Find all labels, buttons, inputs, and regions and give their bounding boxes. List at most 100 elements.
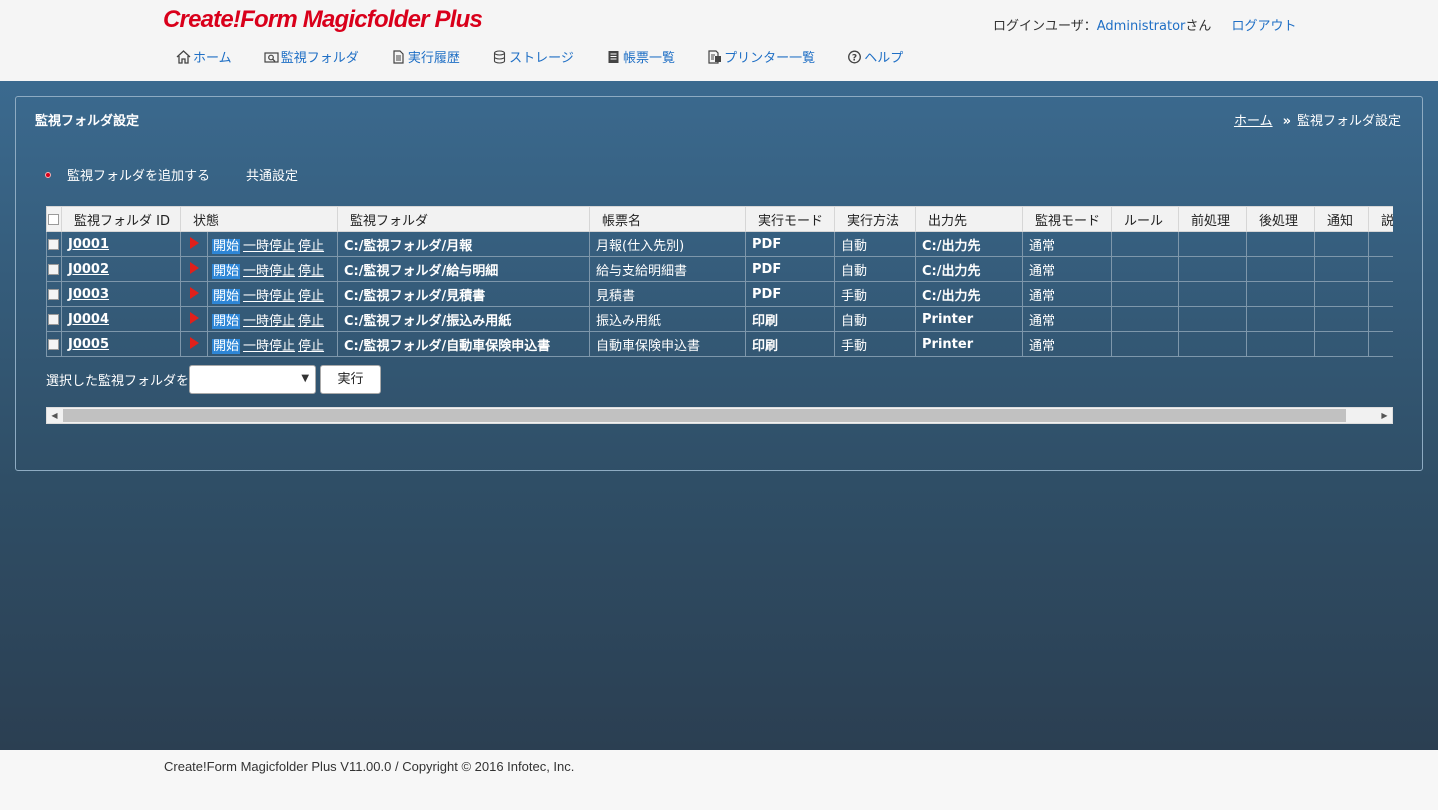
row-checkbox[interactable]: [48, 288, 59, 300]
stop-link[interactable]: 停止: [298, 239, 324, 254]
row-checkbox[interactable]: [48, 238, 59, 250]
nav-forms[interactable]: 帳票一覧: [606, 47, 675, 66]
watch-mode-cell: 通常: [1022, 256, 1113, 282]
col-header-rule[interactable]: ルール: [1111, 206, 1180, 232]
start-link[interactable]: 開始: [212, 238, 241, 254]
start-link[interactable]: 開始: [212, 338, 241, 354]
row-select-cell: [46, 331, 62, 357]
common-settings-link[interactable]: 共通設定: [246, 169, 298, 184]
watch-folder-id-link[interactable]: J0001: [68, 237, 109, 252]
stop-link[interactable]: 停止: [298, 314, 324, 329]
pause-link[interactable]: 一時停止: [243, 239, 295, 254]
status-cell: 開始 一時停止 停止: [206, 231, 339, 257]
table-body: J0001 開始 一時停止 停止 C:/監視フォルダ/月報 月報(仕入先別) PDF 自動 C:…: [46, 231, 1393, 357]
main-nav: ホーム 監視フォルダ 実行履歴 ストレージ 帳票一覧 プリンター一覧 ? ヘルプ: [176, 47, 931, 67]
col-header-exec-mode[interactable]: 実行モード: [745, 206, 836, 232]
stop-link[interactable]: 停止: [298, 339, 324, 354]
col-header-watch-mode[interactable]: 監視モード: [1022, 206, 1113, 232]
postprocess-cell: [1246, 231, 1316, 257]
stop-link[interactable]: 停止: [298, 289, 324, 304]
nav-help-label: ヘルプ: [864, 51, 904, 66]
form-name-cell: 自動車保険申込書: [589, 331, 747, 357]
nav-help[interactable]: ? ヘルプ: [847, 47, 903, 66]
watch-folder-id-link[interactable]: J0003: [68, 287, 109, 302]
breadcrumb: ホーム » 監視フォルダ設定: [1234, 110, 1401, 129]
col-header-preprocess[interactable]: 前処理: [1178, 206, 1248, 232]
table-row: J0001 開始 一時停止 停止 C:/監視フォルダ/月報 月報(仕入先別) PDF 自動 C:…: [46, 231, 1393, 257]
output-cell: C:/出力先: [915, 256, 1024, 282]
horizontal-scrollbar[interactable]: ◀ ▶: [46, 407, 1393, 424]
scrollbar-thumb[interactable]: [63, 409, 1346, 422]
col-header-form[interactable]: 帳票名: [589, 206, 747, 232]
play-icon[interactable]: [190, 261, 199, 274]
col-header-status[interactable]: 状態: [179, 206, 339, 232]
page-title: 監視フォルダ設定: [35, 114, 140, 129]
pause-link[interactable]: 一時停止: [243, 264, 295, 279]
settings-panel: 監視フォルダ設定 ホーム » 監視フォルダ設定 監視フォルダを追加する 共通設定 監視…: [15, 96, 1423, 471]
notify-cell: [1314, 256, 1370, 282]
pause-link[interactable]: 一時停止: [243, 339, 295, 354]
nav-printers[interactable]: プリンター一覧: [707, 47, 815, 66]
add-watch-folder-link[interactable]: 監視フォルダを追加する: [67, 169, 210, 184]
nav-storage-label: ストレージ: [509, 51, 574, 66]
play-cell: [180, 306, 208, 332]
app-header: Create!Form Magicfolder Plus ログインユーザ：Adm…: [0, 0, 1438, 81]
watch-mode-cell: 通常: [1022, 231, 1113, 257]
play-icon[interactable]: [190, 336, 199, 349]
select-all-checkbox[interactable]: [48, 213, 59, 225]
help-icon: ?: [847, 50, 862, 64]
breadcrumb-home-link[interactable]: ホーム: [1234, 114, 1273, 129]
folder-search-icon: [264, 50, 279, 64]
pause-link[interactable]: 一時停止: [243, 289, 295, 304]
nav-home[interactable]: ホーム: [176, 47, 232, 66]
exec-mode-cell: PDF: [745, 231, 836, 257]
scroll-right-icon[interactable]: ▶: [1377, 408, 1392, 423]
watch-mode-cell: 通常: [1022, 331, 1113, 357]
row-select-cell: [46, 231, 62, 257]
play-icon[interactable]: [190, 311, 199, 324]
play-cell: [180, 231, 208, 257]
postprocess-cell: [1246, 256, 1316, 282]
start-link[interactable]: 開始: [212, 288, 241, 304]
notify-cell: [1314, 306, 1370, 332]
row-select-cell: [46, 306, 62, 332]
nav-watch-folder[interactable]: 監視フォルダ: [264, 47, 359, 66]
watch-folder-table-wrap: 監視フォルダ ID 状態 監視フォルダ 帳票名 実行モード 実行方法 出力先 監…: [46, 206, 1393, 357]
action-select[interactable]: ▼: [189, 365, 317, 394]
notify-cell: [1314, 331, 1370, 357]
watch-folder-id-link[interactable]: J0004: [68, 312, 109, 327]
folder-path-cell: C:/監視フォルダ/月報: [337, 231, 591, 257]
table-header-row: 監視フォルダ ID 状態 監視フォルダ 帳票名 実行モード 実行方法 出力先 監…: [46, 206, 1393, 232]
stop-link[interactable]: 停止: [298, 264, 324, 279]
row-checkbox[interactable]: [48, 338, 59, 350]
execute-button[interactable]: 実行: [320, 365, 382, 394]
logout-link[interactable]: ログアウト: [1232, 19, 1297, 34]
scroll-left-icon[interactable]: ◀: [47, 408, 62, 423]
col-header-id[interactable]: 監視フォルダ ID: [61, 206, 181, 232]
preprocess-cell: [1178, 231, 1248, 257]
nav-history[interactable]: 実行履歴: [391, 47, 460, 66]
pause-link[interactable]: 一時停止: [243, 314, 295, 329]
start-link[interactable]: 開始: [212, 263, 241, 279]
col-header-folder[interactable]: 監視フォルダ: [337, 206, 591, 232]
row-select-cell: [46, 256, 62, 282]
app-logo[interactable]: Create!Form Magicfolder Plus: [163, 6, 483, 34]
start-link[interactable]: 開始: [212, 313, 241, 329]
table-row: J0003 開始 一時停止 停止 C:/監視フォルダ/見積書 見積書 PDF 手動 C:/出力先…: [46, 281, 1393, 307]
play-cell: [180, 256, 208, 282]
row-checkbox[interactable]: [48, 263, 59, 275]
row-checkbox[interactable]: [48, 313, 59, 325]
col-header-postprocess[interactable]: 後処理: [1246, 206, 1316, 232]
watch-folder-id-link[interactable]: J0002: [68, 262, 109, 277]
table-row: J0004 開始 一時停止 停止 C:/監視フォルダ/振込み用紙 振込み用紙 印刷 自動 Pri…: [46, 306, 1393, 332]
play-icon[interactable]: [190, 286, 199, 299]
nav-storage[interactable]: ストレージ: [492, 47, 574, 66]
col-header-notify[interactable]: 通知: [1314, 206, 1370, 232]
output-cell: Printer: [915, 331, 1024, 357]
exec-label: 選択した監視フォルダを: [46, 374, 190, 389]
col-header-output[interactable]: 出力先: [915, 206, 1024, 232]
watch-folder-id-link[interactable]: J0005: [68, 337, 109, 352]
col-header-description[interactable]: 説: [1368, 206, 1393, 232]
play-icon[interactable]: [190, 236, 199, 249]
col-header-exec-method[interactable]: 実行方法: [834, 206, 917, 232]
